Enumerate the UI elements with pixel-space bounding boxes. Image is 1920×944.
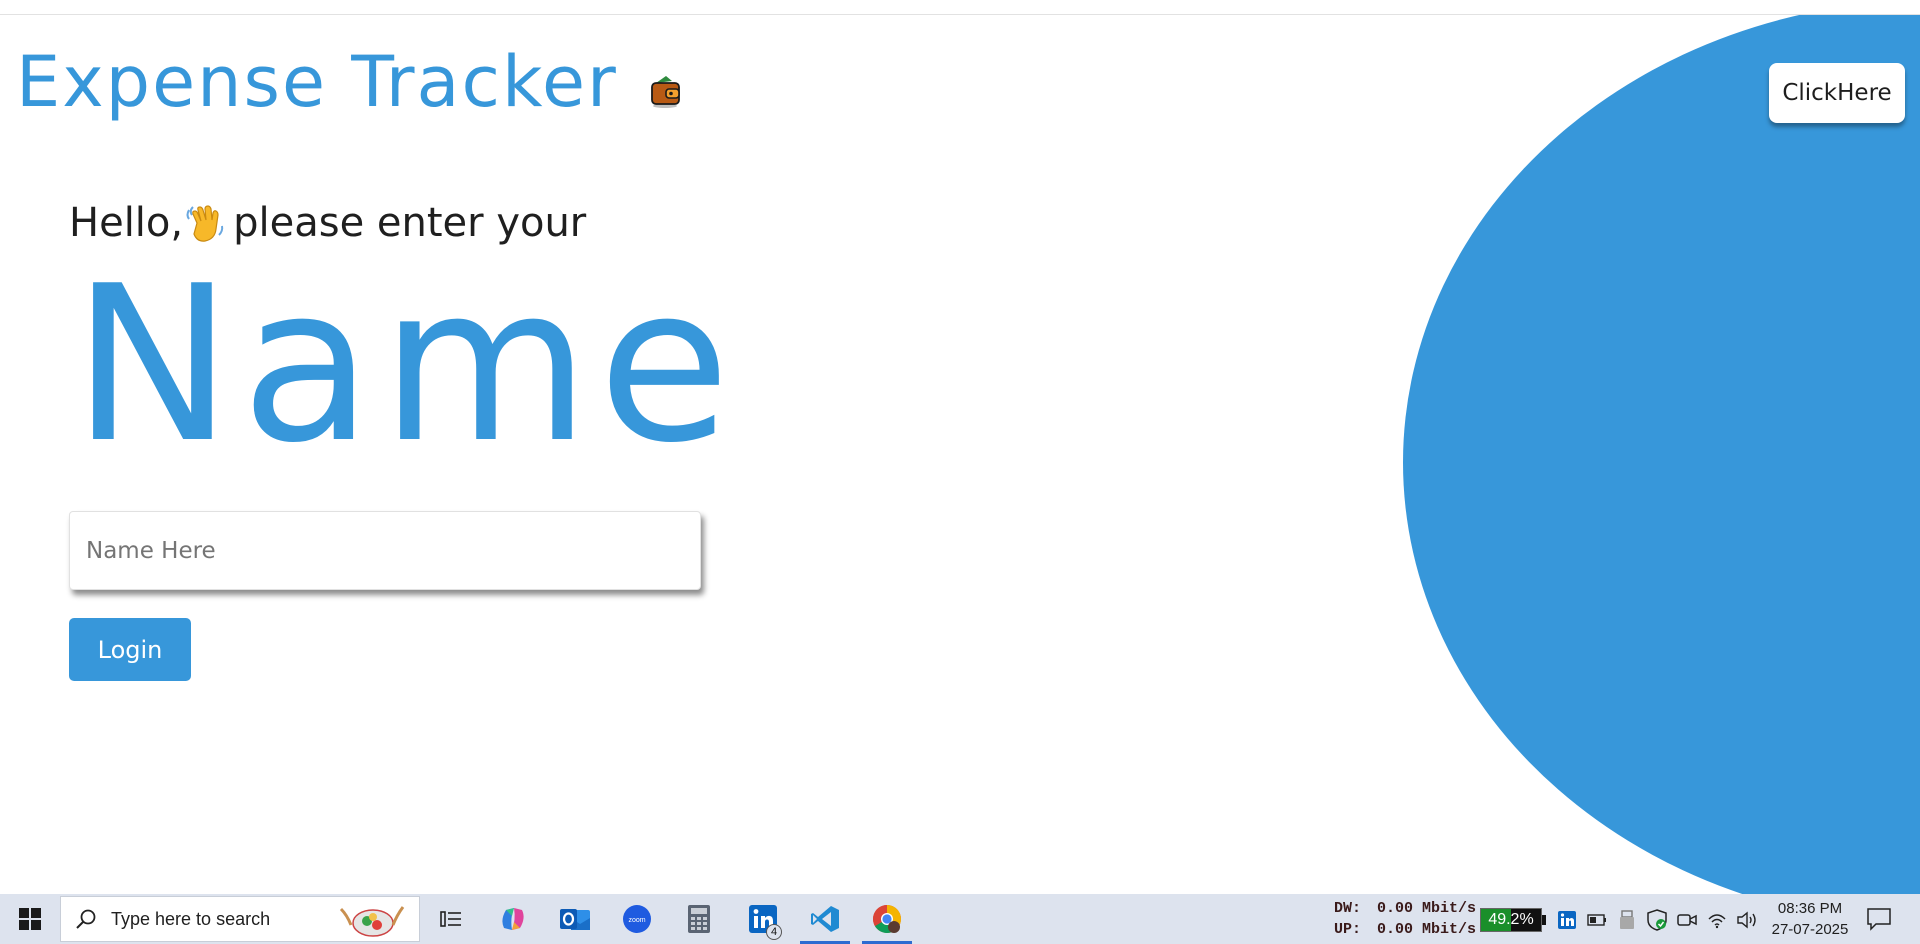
name-input[interactable] [69,511,701,590]
copilot-icon [502,908,524,930]
taskbar-search-box[interactable]: Type here to search [60,896,420,942]
upload-label: UP: [1334,921,1362,938]
download-speed: 0.00 Mbit/s [1376,900,1476,917]
download-label: DW: [1334,900,1362,917]
volume-icon[interactable] [1736,909,1758,931]
windows-taskbar: Type here to search zoom 4 DW: 0.00 Mbit… [0,894,1920,944]
wallet-icon [650,76,680,108]
clock-time: 08:36 PM [1777,900,1843,917]
task-view-icon [440,911,461,927]
app-header: Expense Tracker [16,36,682,128]
tray-linkedin-icon[interactable] [1556,909,1578,931]
tray-battery-icon[interactable] [1586,909,1608,931]
start-button[interactable] [0,894,60,944]
zoom-icon: zoom [623,905,651,933]
chrome-button[interactable] [858,894,916,944]
search-placeholder: Type here to search [111,908,271,929]
linkedin-badge: 4 [766,924,782,940]
outlook-button[interactable] [546,894,604,944]
search-highlight-art-icon [339,906,405,937]
copilot-button[interactable] [484,894,542,944]
zoom-icon-label: zoom [628,917,645,924]
app-title: Expense Tracker [16,41,618,123]
outlook-icon [560,909,590,930]
vscode-icon [811,906,839,932]
clock-date: 27-07-2025 [1771,921,1849,938]
app-page: Expense Tracker ClickHere Hello, please … [0,0,1920,894]
task-view-button[interactable] [422,894,480,944]
chrome-icon [873,905,901,933]
network-speed-meter: DW: 0.00 Mbit/s UP: 0.00 Mbit/s [1334,898,1476,942]
vscode-button[interactable] [796,894,854,944]
click-here-button[interactable]: ClickHere [1769,63,1905,123]
wifi-icon[interactable] [1706,909,1728,931]
zoom-button[interactable]: zoom [608,894,666,944]
windows-logo-icon [19,908,41,930]
notification-icon[interactable] [1866,907,1892,931]
calculator-icon [688,905,710,933]
browser-top-edge [0,0,1920,15]
linkedin-button[interactable]: 4 [734,894,792,944]
tray-meet-icon[interactable] [1676,909,1698,931]
system-clock[interactable]: 08:36 PM 27-07-2025 [1760,898,1860,940]
name-heading: Name [72,239,739,490]
login-button[interactable]: Login [69,618,191,681]
battery-meter[interactable]: 49.2% [1480,908,1542,932]
search-icon [76,909,96,929]
calculator-button[interactable] [670,894,728,944]
tray-security-icon[interactable] [1646,909,1668,931]
battery-percent: 49.2% [1488,911,1534,928]
upload-speed: 0.00 Mbit/s [1376,921,1476,938]
decorative-circle [1403,0,1920,894]
tray-usb-icon[interactable] [1616,909,1638,931]
battery-nub [1542,915,1546,925]
